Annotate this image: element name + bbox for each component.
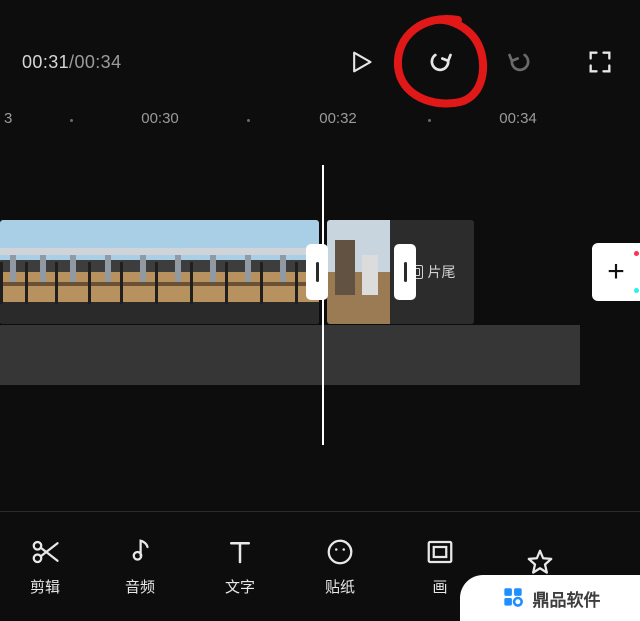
video-timeline[interactable]: 片尾 (0, 220, 640, 385)
watermark-badge: 鼎品软件 (460, 575, 640, 621)
text-t-icon (225, 537, 255, 567)
watermark-text: 鼎品软件 (533, 586, 601, 611)
tool-audio[interactable]: 音频 (90, 512, 190, 621)
clip-handle-right[interactable] (394, 244, 416, 300)
plus-icon: + (607, 255, 625, 289)
play-button[interactable] (320, 38, 400, 86)
video-clip-2[interactable] (327, 220, 390, 324)
undo-icon (426, 48, 454, 76)
redo-button[interactable] (480, 38, 560, 86)
star-icon (525, 547, 555, 577)
tool-sticker[interactable]: 贴纸 (290, 512, 390, 621)
tool-text[interactable]: 文字 (190, 512, 290, 621)
scissors-icon (30, 537, 60, 567)
video-clip-1[interactable] (0, 220, 319, 324)
total-time: 00:34 (74, 52, 121, 72)
current-time: 00:31 (22, 52, 69, 72)
music-note-icon (125, 537, 155, 567)
play-icon (346, 48, 374, 76)
undo-button[interactable] (400, 38, 480, 86)
add-clip-button[interactable]: + (592, 243, 640, 301)
clip-handle-left[interactable] (306, 244, 328, 300)
picture-in-picture-icon (425, 537, 455, 567)
audio-track[interactable] (0, 325, 580, 385)
sticker-icon (325, 537, 355, 567)
playhead[interactable] (322, 165, 324, 445)
fullscreen-button[interactable] (560, 38, 640, 86)
clip-thumbnail-2 (327, 220, 390, 324)
tool-cut[interactable]: 剪辑 (0, 512, 90, 621)
timeline-ruler[interactable]: 3 00:30 00:32 00:34 (0, 110, 640, 132)
time-display: 00:31/00:34 (22, 52, 122, 73)
watermark-logo-icon (500, 585, 526, 611)
expand-icon (586, 48, 614, 76)
tail-label: 片尾 (428, 262, 456, 282)
redo-icon (506, 48, 534, 76)
clip-thumbnail-1 (0, 220, 319, 324)
